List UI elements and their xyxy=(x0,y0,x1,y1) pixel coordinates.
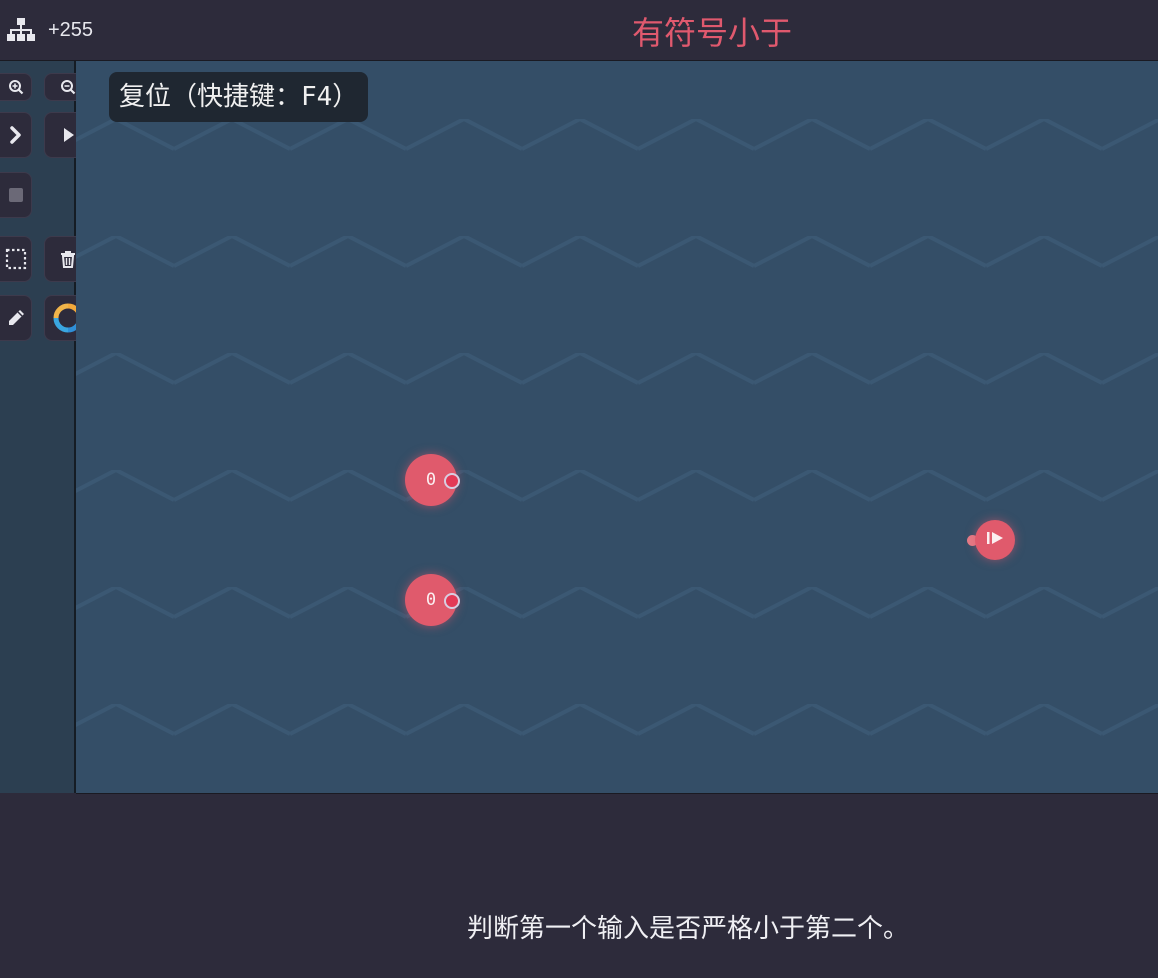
play-bar-icon xyxy=(986,530,1004,550)
level-title: 有符号小于 xyxy=(631,14,792,52)
output-port[interactable] xyxy=(444,593,460,609)
zoom-in-icon xyxy=(8,79,24,95)
circuit-canvas[interactable] xyxy=(76,61,1158,794)
toolbar xyxy=(0,61,76,793)
input-node-2[interactable]: 0 xyxy=(405,574,465,628)
pencil-icon xyxy=(6,308,26,328)
trash-icon xyxy=(60,250,76,268)
stop-icon xyxy=(8,187,24,203)
zoom-in-button[interactable] xyxy=(0,73,32,101)
reset-tooltip: 复位（快捷键：F4） xyxy=(109,72,369,122)
step-button[interactable] xyxy=(0,112,32,158)
stop-button[interactable] xyxy=(0,172,32,218)
play-icon xyxy=(61,126,75,144)
chevron-right-icon xyxy=(9,126,23,144)
edit-button[interactable] xyxy=(0,295,32,341)
output-node[interactable] xyxy=(966,520,1016,562)
output-node-circle xyxy=(975,520,1015,560)
output-port[interactable] xyxy=(444,473,460,489)
select-button[interactable] xyxy=(0,236,32,282)
zoom-out-icon xyxy=(60,79,76,95)
level-description: 判断第一个输入是否严格小于第二个。 xyxy=(466,914,909,944)
input-node-1[interactable]: 0 xyxy=(405,454,465,508)
top-bar: +255 有符号小于 xyxy=(0,0,1158,61)
background-pattern xyxy=(76,61,1158,793)
dotted-select-icon xyxy=(5,248,27,270)
